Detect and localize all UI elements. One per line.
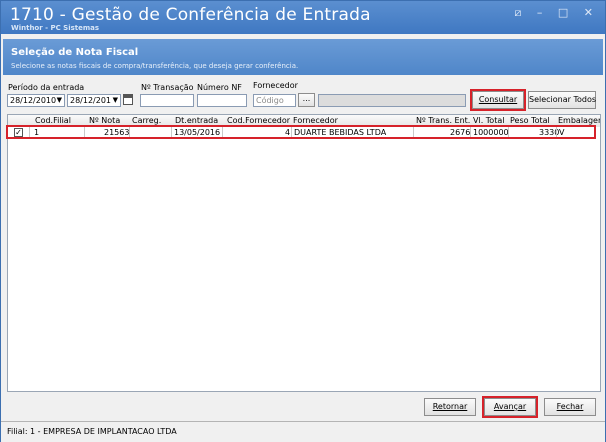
selected-row-highlight (6, 125, 596, 139)
notes-table: Cod.Filial Nº Nota Carreg. Dt.entrada Co… (7, 114, 601, 392)
col-nota[interactable]: Nº Nota (89, 116, 120, 125)
transacao-input[interactable] (140, 94, 194, 107)
fechar-button[interactable]: Fechar (544, 398, 596, 416)
maximize-icon[interactable]: □ (558, 6, 574, 19)
chevron-down-icon[interactable]: ▼ (113, 95, 118, 106)
selecionar-todos-button[interactable]: Selecionar Todos (528, 91, 596, 109)
title-bar: 1710 - Gestão de Conferência de Entrada … (1, 1, 605, 34)
fechar-label: Fechar (556, 402, 584, 411)
section-header: Seleção de Nota Fiscal Selecione as nota… (3, 39, 603, 75)
col-fornecedor[interactable]: Fornecedor (293, 116, 338, 125)
date-end-value: 28/12/201 (70, 96, 112, 105)
fornecedor-label: Fornecedor (253, 81, 298, 90)
transacao-label: Nº Transação (141, 83, 194, 92)
consultar-label: Consultar (478, 95, 518, 104)
fornecedor-code-input[interactable]: Código (253, 94, 296, 107)
avancar-label: Avançar (493, 402, 527, 411)
window-controls: ⧄ – □ ✕ (514, 6, 599, 20)
minimize-icon[interactable]: – (537, 6, 549, 19)
col-embalagem[interactable]: Embalagem (558, 116, 600, 125)
restore-icon[interactable]: ⧄ (514, 6, 527, 20)
fornecedor-search-button[interactable]: ... (298, 93, 315, 107)
periodo-label: Período da entrada (8, 83, 85, 92)
status-bar: Filial: 1 - EMPRESA DE IMPLANTACAO LTDA (1, 421, 605, 442)
col-vl-total[interactable]: Vl. Total (473, 116, 504, 125)
window-title: 1710 - Gestão de Conferência de Entrada (10, 5, 371, 25)
retornar-button[interactable]: Retornar (424, 398, 476, 416)
date-start-value: 28/12/2010 (10, 96, 57, 105)
date-end-field[interactable]: 28/12/201 ▼ (67, 94, 121, 107)
calendar-icon[interactable] (123, 94, 133, 105)
date-start-field[interactable]: 28/12/2010 ▼ (7, 94, 65, 107)
window-subtitle: Winthor - PC Sistemas (11, 24, 100, 32)
col-trans-ent[interactable]: Nº Trans. Ent. (416, 116, 470, 125)
chevron-down-icon[interactable]: ▼ (57, 95, 62, 106)
section-title: Seleção de Nota Fiscal (11, 47, 139, 58)
fornecedor-placeholder: Código (256, 96, 284, 105)
numero-nf-input[interactable] (197, 94, 247, 107)
col-dt-entrada[interactable]: Dt.entrada (175, 116, 218, 125)
consultar-button[interactable]: Consultar (470, 89, 526, 111)
fornecedor-name-field (318, 94, 466, 107)
numero-nf-label: Número NF (197, 83, 242, 92)
application-window: 1710 - Gestão de Conferência de Entrada … (0, 0, 606, 442)
retornar-label: Retornar (432, 402, 468, 411)
section-description: Selecione as notas fiscais de compra/tra… (11, 62, 299, 70)
col-carreg[interactable]: Carreg. (132, 116, 161, 125)
close-icon[interactable]: ✕ (584, 6, 599, 19)
col-cod-fornecedor[interactable]: Cod.Fornecedor (227, 116, 290, 125)
status-text: Filial: 1 - EMPRESA DE IMPLANTACAO LTDA (7, 427, 177, 436)
col-cod-filial[interactable]: Cod.Filial (35, 116, 71, 125)
col-peso-total[interactable]: Peso Total (510, 116, 550, 125)
avancar-button[interactable]: Avançar (482, 396, 538, 418)
